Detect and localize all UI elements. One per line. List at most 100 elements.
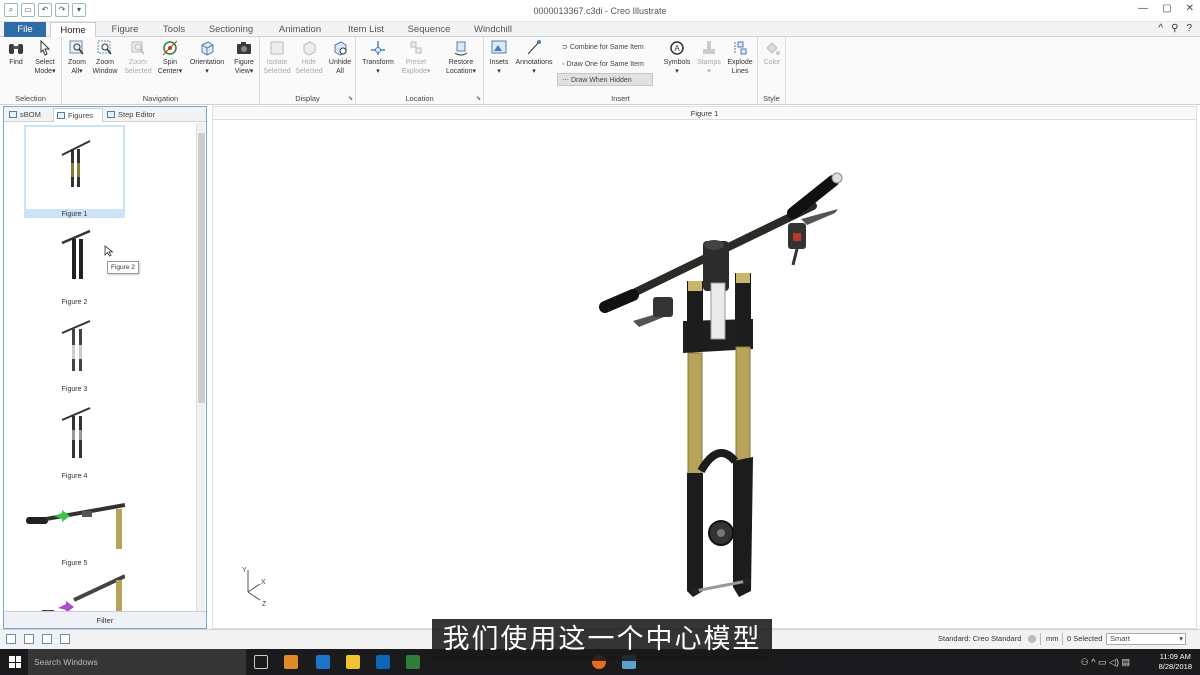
tab-item-list[interactable]: Item List (338, 22, 394, 37)
combine-same-item-button[interactable]: ⊃ Combine for Same Item (557, 40, 653, 53)
minimize-ribbon-icon[interactable]: ^ (1158, 23, 1163, 34)
layout-split-icon[interactable] (24, 634, 34, 644)
explode-lines-button[interactable]: Explode Lines (724, 39, 756, 76)
status-units[interactable]: mm (1046, 634, 1059, 643)
figure-thumbnail-3[interactable] (24, 309, 125, 385)
cursor-arrow-icon (40, 39, 51, 56)
orientation-button[interactable]: Orientation ▾ (186, 39, 228, 76)
insets-button[interactable]: Insets ▾ (486, 39, 512, 76)
task-view-icon[interactable] (254, 655, 268, 669)
preset-explode-button[interactable]: Preset Explode▾ (400, 39, 432, 76)
draw-when-hidden-button[interactable]: ⋯ Draw When Hidden (557, 73, 653, 86)
stamps-button[interactable]: Stamps ▾ (694, 39, 724, 76)
network-icon[interactable]: ▭ (1098, 657, 1107, 667)
pane-scrollbar[interactable] (196, 123, 205, 611)
selection-filter-select[interactable]: Smart ▾ (1106, 633, 1186, 645)
left-brake-master[interactable] (653, 297, 673, 317)
restore-location-icon (454, 41, 468, 56)
tray-chevron-icon[interactable]: ^ (1091, 657, 1095, 667)
hide-selected-button[interactable]: Hide Selected (294, 39, 324, 76)
figures-pane: sBOM Figures Step Editor Figure 1 Figure… (3, 106, 207, 629)
search-icon[interactable]: ⚲ (1171, 23, 1178, 34)
find-button[interactable]: Find (4, 39, 28, 68)
figure-thumbnail-1[interactable] (24, 125, 125, 211)
right-lower-leg[interactable] (733, 457, 753, 597)
group-navigation: Zoom All▾ Zoom Window Zoom Selected Spin Cen… (62, 37, 260, 105)
volume-icon[interactable]: ◁) (1109, 657, 1119, 667)
preset-explode-icon (410, 41, 422, 54)
minimize-icon[interactable]: — (1138, 3, 1148, 14)
fork-3d-model[interactable] (213, 121, 1196, 628)
taskbar-search-input[interactable]: Search Windows (28, 649, 246, 675)
figure-thumbnail-2[interactable] (24, 221, 125, 297)
spin-center-button[interactable]: Spin Center▾ (156, 39, 184, 76)
store-icon[interactable] (346, 655, 360, 669)
filter-bar[interactable]: Filter (4, 611, 206, 628)
location-launcher-icon[interactable]: ⬊ (476, 95, 481, 102)
tab-figure[interactable]: Figure (100, 22, 150, 37)
color-button[interactable]: Color (759, 39, 785, 68)
figure-thumbnail-5[interactable] (24, 483, 126, 559)
close-icon[interactable]: ✕ (1186, 3, 1194, 14)
tab-sectioning[interactable]: Sectioning (200, 22, 262, 37)
windows-start-icon[interactable] (9, 656, 21, 668)
tab-sbom[interactable]: sBOM (6, 108, 52, 122)
svg-text:A: A (674, 44, 680, 53)
help-icon[interactable]: ? (1186, 23, 1192, 34)
action-center-icon[interactable]: ▤ (1121, 657, 1130, 667)
symbols-button[interactable]: A Symbols ▾ (660, 39, 694, 76)
group-location: Transform ▾ Preset Explode▾ Restore Locatio… (356, 37, 484, 105)
fork-arch[interactable] (697, 449, 739, 474)
zoom-window-button[interactable]: Zoom Window (90, 39, 120, 76)
zoom-window-icon (97, 40, 112, 55)
tab-file[interactable]: File (4, 22, 46, 37)
tab-animation[interactable]: Animation (266, 22, 334, 37)
isolate-selected-button[interactable]: Isolate Selected (262, 39, 292, 76)
tab-windchill[interactable]: Windchill (464, 22, 522, 37)
group-title-location: Location (405, 94, 434, 103)
annotations-button[interactable]: Annotations ▾ (512, 39, 556, 76)
tab-home[interactable]: Home (50, 22, 96, 38)
tab-step-editor[interactable]: Step Editor (104, 108, 162, 122)
figure-thumbnail-list: Figure 1 Figure 2 Figure 3 Figure 4 Figu… (4, 123, 196, 611)
left-grip[interactable] (599, 289, 639, 313)
transform-button[interactable]: Transform ▾ (360, 39, 396, 76)
left-upper-clamp (687, 281, 703, 351)
zoom-selected-button[interactable]: Zoom Selected (122, 39, 154, 76)
left-stanchion[interactable] (687, 352, 703, 478)
right-stanchion[interactable] (735, 346, 751, 468)
scrollbar-thumb[interactable] (198, 133, 205, 403)
title-bar: ⌕ ▭ ↶ ↷ ▾ 0000013367.c3di - Creo Illustr… (0, 0, 1200, 22)
zoom-all-button[interactable]: Zoom All▾ (64, 39, 90, 76)
layout-single-icon[interactable] (6, 634, 16, 644)
layout-quad-icon[interactable] (60, 634, 70, 644)
isolate-icon (270, 41, 284, 55)
tab-tools[interactable]: Tools (152, 22, 196, 37)
group-display: Isolate Selected Hide Selected Unhide All D… (260, 37, 356, 105)
taskbar-clock[interactable]: 11:09 AM 8/28/2018 (1159, 652, 1192, 672)
status-indicator-icon (1028, 635, 1036, 643)
draw-one-same-item-button[interactable]: ◦ Draw One for Same Item (557, 57, 653, 70)
unhide-all-button[interactable]: Unhide All (326, 39, 354, 76)
select-mode-button[interactable]: Select Mode▾ (30, 39, 60, 76)
restore-location-button[interactable]: Restore Location▾ (442, 39, 480, 76)
figure-thumbnail-6[interactable] (24, 570, 126, 611)
figure-view-button[interactable]: Figure View▾ (230, 39, 258, 76)
figure-thumbnail-4[interactable] (24, 396, 125, 472)
steerer-tube[interactable] (710, 282, 726, 340)
right-upper-clamp (735, 273, 751, 349)
insets-icon (491, 40, 507, 54)
graphics-viewport[interactable]: Figure 1 Y X Z (212, 106, 1197, 629)
file-explorer-icon[interactable] (284, 655, 298, 669)
display-launcher-icon[interactable]: ⬊ (348, 95, 353, 102)
tab-sequence[interactable]: Sequence (398, 22, 460, 37)
figure-1-preview (26, 127, 123, 209)
outlook-icon[interactable] (376, 655, 390, 669)
maximize-icon[interactable]: ▢ (1162, 3, 1171, 14)
layout-horizontal-icon[interactable] (42, 634, 52, 644)
tab-figures[interactable]: Figures (53, 108, 103, 122)
edge-browser-icon[interactable] (316, 655, 330, 669)
people-icon[interactable]: ⚇ (1081, 657, 1089, 667)
left-lower-leg[interactable] (687, 473, 703, 597)
excel-icon[interactable] (406, 655, 420, 669)
